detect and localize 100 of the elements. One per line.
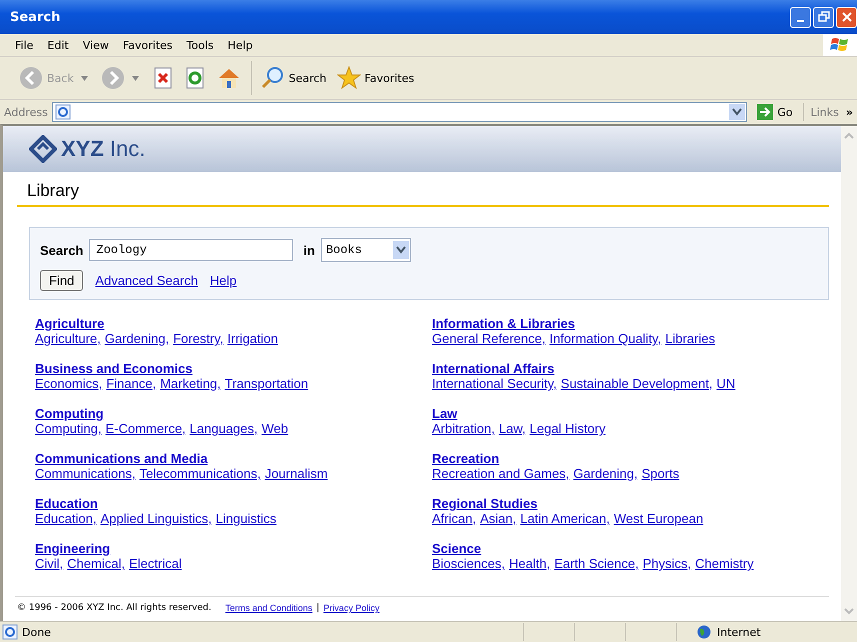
subcategory-link[interactable]: Transportation [224,376,308,391]
subcategory-link[interactable]: Libraries [665,331,716,346]
category-link[interactable]: Engineering [35,541,110,556]
subcategory-link[interactable]: Information Quality, [549,331,662,346]
find-button[interactable]: Find [40,270,84,291]
subcategory-link[interactable]: Irrigation [227,331,278,346]
subcategory-link[interactable]: Education, [35,511,96,526]
search-field[interactable]: Zoology [89,239,294,261]
subcategory-link[interactable]: African, [432,511,476,526]
category-link[interactable]: International Affairs [432,361,554,376]
refresh-icon [184,67,206,89]
search-label: Search [40,242,84,258]
logo-icon [29,135,57,163]
subcategory-link[interactable]: E-Commerce, [105,421,186,436]
restore-button[interactable] [813,6,834,28]
subcategory-link[interactable]: Legal History [530,421,606,436]
category-link[interactable]: Science [432,541,482,556]
search-button[interactable]: Search [258,64,330,92]
subcategory-link[interactable]: Computing, [35,421,102,436]
subcategory-link[interactable]: Civil, [35,556,64,571]
category-link[interactable]: Communications and Media [35,451,208,466]
menu-item[interactable]: View [76,38,116,52]
footer-separator: | [316,603,320,613]
category-link[interactable]: Recreation [432,451,500,466]
menu-item[interactable]: Favorites [116,38,180,52]
star-icon [336,66,361,90]
company-logo: XYZ Inc. [61,136,146,162]
menu-item[interactable]: File [8,38,40,52]
restore-icon [818,11,830,23]
globe-icon [697,625,711,639]
go-button[interactable]: Go [751,104,799,120]
page-icon [54,104,71,120]
subcategory-link[interactable]: Earth Science, [554,556,639,571]
minimize-button[interactable] [790,6,811,28]
subcategory-link[interactable]: UN [716,376,736,391]
subcategory-link[interactable]: Chemistry [695,556,754,571]
more-chevron[interactable]: » [846,106,853,118]
window-title: Search [10,10,62,24]
menu-item[interactable]: Tools [180,38,221,52]
subcategory-link[interactable]: Languages, [190,421,258,436]
subcategory-link[interactable]: Sports [642,466,680,481]
subcategory-link[interactable]: Journalism [264,466,328,481]
category-link[interactable]: Law [432,406,458,421]
subcategory-link[interactable]: Finance, [106,376,156,391]
category-link[interactable]: Computing [35,406,104,421]
subcategory-link[interactable]: Chemical, [67,556,125,571]
subcategory-link[interactable]: International Security, [432,376,557,391]
footer-link[interactable]: Privacy Policy [323,603,380,613]
subcategory-link[interactable]: Marketing, [160,376,221,391]
subcategory-link[interactable]: West European [614,511,704,526]
copyright-text: © 1996 - 2006 XYZ Inc. All rights reserved. [17,603,212,613]
close-button[interactable] [836,6,857,28]
links-label[interactable]: Links [808,106,842,118]
category-link[interactable]: Education [35,496,98,511]
subcategory-link[interactable]: Gardening, [573,466,638,481]
subcategory-link[interactable]: Physics, [642,556,692,571]
subcategory-link[interactable]: Gardening, [104,331,170,346]
caret-icon[interactable] [80,76,88,80]
category-link[interactable]: Regional Studies [432,496,538,511]
in-label: in [303,242,315,258]
address-label: Address [4,106,48,118]
subcategory-link[interactable]: Economics, [35,376,102,391]
category-link[interactable]: Business and Economics [35,361,192,376]
subcategory-link[interactable]: Forestry, [173,331,224,346]
subcategory-link[interactable]: Agriculture, [35,331,101,346]
menu-item[interactable]: Edit [40,38,76,52]
windows-flag-icon [823,34,857,56]
favorites-button[interactable]: Favorites [334,64,418,92]
subcategory-link[interactable]: Linguistics [216,511,276,526]
subcategory-link[interactable]: Health, [508,556,550,571]
subcategory-link[interactable]: Law, [498,421,526,436]
footer-link[interactable]: Terms and Conditions [225,603,312,613]
search-icon [260,66,285,90]
close-icon [840,11,852,23]
subcategory-link[interactable]: Biosciences, [432,556,505,571]
subcategory-link[interactable]: Telecommunications, [139,466,261,481]
subcategory-link[interactable]: Asian, [480,511,516,526]
subcategory-link[interactable]: Electrical [128,556,182,571]
search-link[interactable]: Help [210,273,237,288]
subcategory-link[interactable]: Arbitration, [432,421,495,436]
subcategory-link[interactable]: Web [262,421,288,436]
subcategory-link[interactable]: Applied Linguistics, [100,511,212,526]
caret-icon[interactable] [132,76,139,80]
page-heading: Library [26,180,80,202]
scope-select[interactable]: Books [320,238,411,262]
subcategory-link[interactable]: Sustainable Development, [560,376,713,391]
subcategory-link[interactable]: Communications, [35,466,136,481]
menu-item[interactable]: Help [220,38,260,52]
stop-icon [152,67,174,89]
status-text: Done [22,626,52,638]
category-link[interactable]: Agriculture [35,316,104,331]
minimize-icon [797,20,804,22]
subcategory-link[interactable]: General Reference, [432,331,546,346]
address-field[interactable] [52,102,748,122]
search-link[interactable]: Advanced Search [95,273,198,288]
subcategory-link[interactable]: Latin American, [520,511,610,526]
page-icon [2,624,18,640]
zone-label: Internet [717,626,761,638]
subcategory-link[interactable]: Recreation and Games, [432,466,570,481]
category-link[interactable]: Information & Libraries [432,316,576,331]
